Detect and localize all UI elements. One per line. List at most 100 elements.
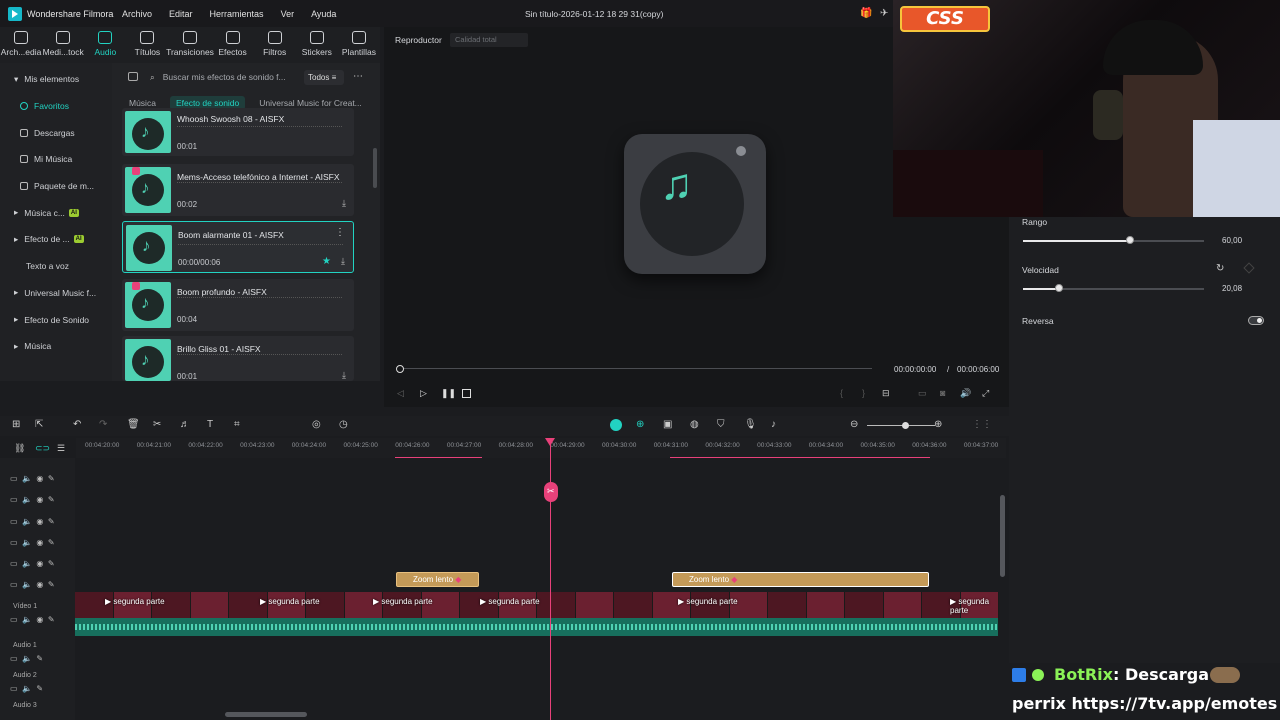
grid-icon[interactable]: ⋮⋮: [972, 419, 992, 430]
zoom-effect-clip-selected[interactable]: Zoom lento ◆: [672, 572, 929, 587]
quality-dropdown[interactable]: Calidad total: [450, 33, 528, 47]
playhead-head[interactable]: [545, 438, 555, 446]
undo-icon[interactable]: ↶: [73, 419, 81, 430]
sidebar-item-musica[interactable]: ▸ Música: [0, 333, 112, 360]
sidebar-item-paquete[interactable]: Paquete de m...: [0, 173, 112, 200]
tab-transiciones[interactable]: Transiciones: [166, 27, 214, 63]
play-icon[interactable]: ▷: [420, 388, 427, 399]
tracks-icon[interactable]: ☰: [57, 443, 65, 454]
sidebar-item-efecto-sonido[interactable]: ▸ Efecto de Sonido: [0, 306, 112, 333]
timeline-ruler[interactable]: 00:04:20:00 00:04:21:00 00:04:22:00 00:04:2…: [76, 438, 1006, 458]
text-tool-icon[interactable]: T: [207, 419, 213, 430]
sidebar-item-texto-a-voz[interactable]: Texto a voz: [0, 253, 112, 280]
velocidad-slider[interactable]: [1023, 288, 1204, 290]
sidebar-item-favoritos[interactable]: Favoritos: [0, 93, 112, 120]
tab-audio[interactable]: Audio: [84, 27, 126, 63]
sidebar-item-efecto-ai[interactable]: ▸ Efecto de ... AI: [0, 226, 112, 253]
rango-slider[interactable]: [1023, 240, 1204, 242]
send-icon[interactable]: ✈: [880, 8, 888, 19]
menu-ayuda[interactable]: Ayuda: [311, 9, 336, 19]
sidebar-item-mis-elementos[interactable]: ▾ Mis elementos: [0, 66, 112, 93]
fullscreen-icon[interactable]: ⤢: [982, 388, 989, 399]
link-icon[interactable]: ⛓: [14, 443, 25, 454]
list-item[interactable]: Mems-Acceso telefónico a Internet - AISF…: [122, 164, 354, 216]
crop-icon[interactable]: ⌗: [234, 419, 240, 430]
render-icon[interactable]: ⊟: [882, 388, 890, 399]
menu-herramientas[interactable]: Herramientas: [210, 9, 264, 19]
playhead-split-icon[interactable]: ✂: [544, 482, 558, 502]
menu-archivo[interactable]: Archivo: [122, 9, 152, 19]
stop-icon[interactable]: [462, 389, 471, 398]
sidebar-item-musica-ai[interactable]: ▸ Música c... AI: [0, 199, 112, 226]
tab-stickers[interactable]: Stickers: [296, 27, 338, 63]
snapshot-icon[interactable]: ◙: [940, 388, 945, 398]
gift-icon[interactable]: 🎁: [860, 8, 872, 19]
display-icon[interactable]: ▭: [918, 388, 927, 399]
sidebar-item-descargas[interactable]: Descargas: [0, 119, 112, 146]
zoom-knob[interactable]: [902, 422, 909, 429]
zoom-effect-clip[interactable]: Zoom lento ◆: [396, 572, 479, 587]
download-icon[interactable]: ⤓: [342, 370, 346, 381]
more-icon[interactable]: ⋯: [353, 71, 363, 82]
rango-knob[interactable]: [1125, 236, 1134, 244]
layout-icon[interactable]: ⊞: [12, 419, 20, 430]
video-clip-track[interactable]: ▶ segunda parte ▶ segunda parte ▶ segunda …: [75, 592, 999, 618]
import-icon[interactable]: [128, 72, 138, 81]
mark-out-icon[interactable]: }: [862, 388, 865, 398]
download-icon[interactable]: ⤓: [341, 256, 345, 267]
velocidad-value[interactable]: 20,08: [1222, 284, 1242, 293]
list-item[interactable]: Brillo Gliss 01 - AISFX 00:01 ⤓: [122, 336, 354, 381]
more-vertical-icon[interactable]: ⋮: [335, 227, 345, 238]
delete-icon[interactable]: 🗑: [127, 419, 140, 430]
marker-icon[interactable]: ▣: [663, 419, 672, 430]
cut-icon[interactable]: ✂: [153, 419, 161, 430]
zoom-in-icon[interactable]: ⊕: [934, 419, 942, 430]
sidebar-item-universal[interactable]: ▸ Universal Music f...: [0, 280, 112, 307]
pause-icon[interactable]: ❚❚: [441, 388, 456, 399]
snap-icon[interactable]: [610, 419, 622, 431]
mark-in-icon[interactable]: {: [840, 388, 843, 398]
shield-icon[interactable]: ⛉: [717, 419, 725, 430]
audio1-controls[interactable]: ▭ 🔈 ✎: [10, 654, 43, 663]
track-add-icon[interactable]: ⊂⊃: [35, 443, 50, 454]
favorite-star-icon[interactable]: ★: [322, 256, 331, 267]
tab-filtros[interactable]: Filtros: [254, 27, 296, 63]
rango-value[interactable]: 60,00: [1222, 236, 1242, 245]
menu-editar[interactable]: Editar: [169, 9, 193, 19]
tab-stock[interactable]: Medi...tock: [42, 27, 84, 63]
list-item[interactable]: Boom profundo - AISFX 00:04: [122, 279, 354, 331]
mic-icon[interactable]: 🎙: [744, 419, 757, 430]
volume-icon[interactable]: 🔊: [960, 388, 971, 399]
timeline-vscroll[interactable]: [1000, 495, 1005, 577]
reversa-toggle[interactable]: [1248, 316, 1264, 325]
ai-icon[interactable]: ◍: [690, 419, 699, 430]
library-scrollbar[interactable]: [373, 148, 377, 188]
player-scrubber[interactable]: [399, 368, 872, 369]
color-icon[interactable]: ◎: [312, 419, 321, 430]
menu-ver[interactable]: Ver: [281, 9, 295, 19]
music-tool-icon[interactable]: ♪: [771, 419, 776, 430]
track-controls[interactable]: ▭ 🔈 ◉ ✎ ▭ 🔈 ◉ ✎ ▭ 🔈 ◉ ✎ ▭ 🔈 ◉ ✎ ▭ 🔈 ◉ ✎ ▭ 🔈 ◉…: [10, 468, 55, 596]
audio2-controls[interactable]: ▭ 🔈 ✎: [10, 684, 43, 693]
list-item-selected[interactable]: Boom alarmante 01 - AISFX ⋮ 00:00/00:06 …: [122, 221, 354, 273]
magnet-icon[interactable]: ⊕: [636, 419, 644, 430]
filter-dropdown[interactable]: Todos ≡: [304, 70, 344, 85]
reset-icon[interactable]: ↻: [1216, 263, 1224, 274]
sidebar-item-mi-musica[interactable]: Mi Música: [0, 146, 112, 173]
zoom-out-icon[interactable]: ⊖: [850, 419, 858, 430]
speed-icon[interactable]: ◷: [339, 419, 348, 430]
redo-icon[interactable]: ↷: [99, 419, 107, 430]
tab-efectos[interactable]: Efectos: [212, 27, 254, 63]
audio-tool-icon[interactable]: ♬: [180, 419, 190, 430]
tab-media[interactable]: Arch...edia: [0, 27, 42, 63]
prev-frame-icon[interactable]: ◁: [397, 388, 404, 399]
download-icon[interactable]: ⤓: [342, 198, 346, 209]
timeline-scrollbar[interactable]: [225, 712, 307, 717]
video-track-controls[interactable]: ▭ 🔈 ◉ ✎: [10, 615, 55, 624]
list-item[interactable]: Whoosh Swoosh 08 - AISFX 00:01: [122, 108, 354, 156]
select-tool-icon[interactable]: ⇱: [35, 419, 43, 430]
search-field[interactable]: ⌕ Buscar mis efectos de sonido f...: [150, 68, 330, 86]
tab-titulos[interactable]: Títulos: [126, 27, 168, 63]
zoom-slider[interactable]: [867, 425, 935, 426]
scrubber-knob[interactable]: [396, 365, 404, 373]
